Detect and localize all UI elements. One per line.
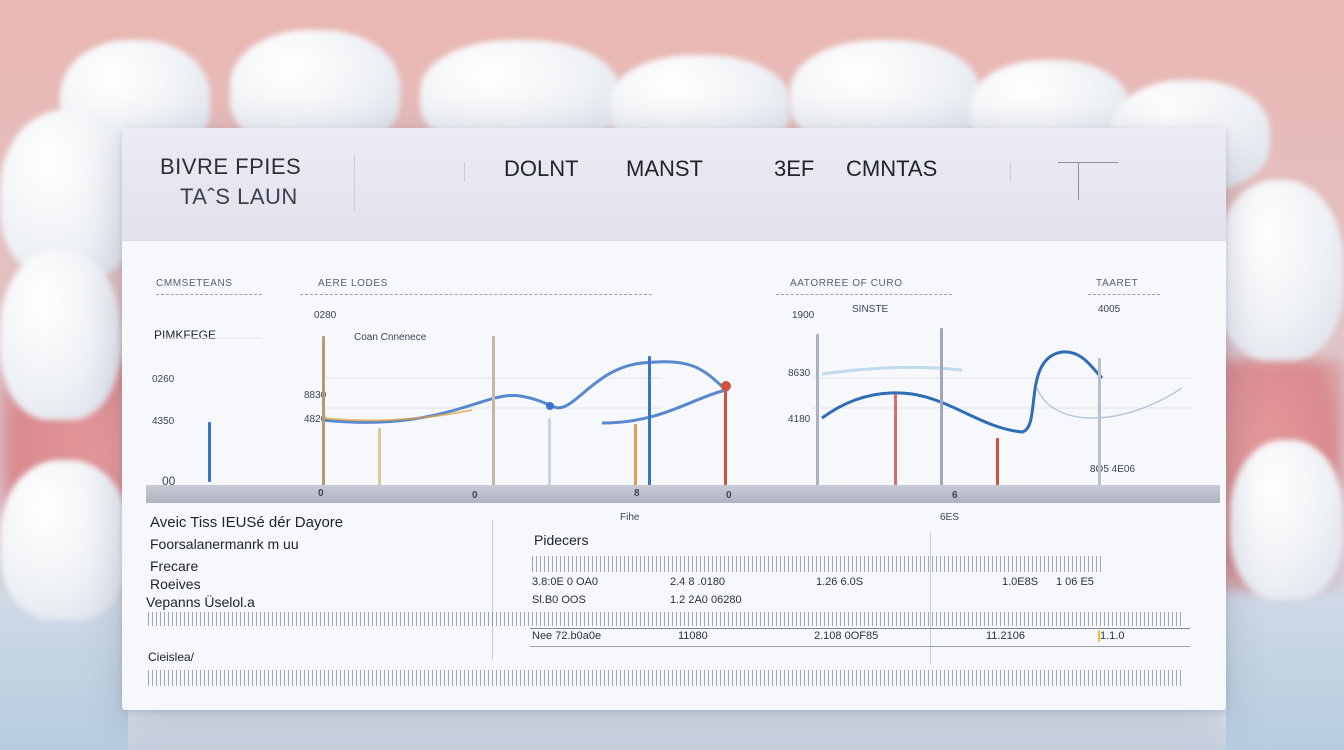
table-cell: 1 06 E5 bbox=[1056, 576, 1094, 588]
table-cell: 1.1.0 bbox=[1100, 630, 1125, 642]
vertical-bar bbox=[816, 334, 819, 486]
x-axis-bar bbox=[146, 485, 1220, 503]
highlight-marker bbox=[1098, 630, 1100, 642]
table-divider bbox=[930, 532, 931, 664]
table-row-rule bbox=[530, 646, 1190, 647]
table-row-rule bbox=[530, 628, 1190, 629]
card-stand bbox=[128, 708, 1226, 750]
table-cell: 2.108 0OF85 bbox=[814, 630, 879, 642]
table-rule bbox=[148, 612, 1182, 626]
info-line: Aveic Tiss IEUSé dér Dayore bbox=[150, 514, 344, 531]
table-heading: Pidecers bbox=[534, 532, 589, 548]
table-cell: 2.4 8 .0180 bbox=[670, 576, 726, 588]
table-cell: 1.26 6.0S bbox=[816, 576, 864, 588]
chart-graphic bbox=[162, 337, 1192, 434]
tooth-shape bbox=[1215, 180, 1344, 360]
vertical-bar bbox=[322, 336, 325, 486]
table-cell: 11.2106 bbox=[986, 630, 1025, 642]
table-rule bbox=[532, 556, 1102, 572]
vertical-bar bbox=[492, 336, 495, 486]
vertical-bar bbox=[894, 394, 897, 486]
vertical-bar bbox=[724, 390, 727, 486]
table-cell: Sl.B0 OOS bbox=[532, 594, 586, 606]
tooth-shape bbox=[0, 460, 130, 620]
axis-label: 0 bbox=[472, 490, 478, 501]
marker-blue bbox=[546, 402, 554, 410]
axis-label: 6 bbox=[952, 490, 958, 501]
info-line: Roeives bbox=[150, 576, 201, 592]
footer-label: Cieislea/ bbox=[148, 650, 195, 664]
curve-series-1 bbox=[321, 360, 730, 425]
info-line: Vepanns Üselol.a bbox=[146, 594, 255, 610]
table-cell: 3.8:0E 0 OA0 bbox=[532, 576, 599, 588]
vertical-bar bbox=[208, 422, 211, 482]
vertical-bar bbox=[940, 328, 943, 486]
table-cell: 1.2 2A0 06280 bbox=[670, 594, 742, 606]
tooth-shape bbox=[0, 250, 120, 420]
axis-label: 0 bbox=[726, 490, 732, 501]
table-cell: Nee 72.b0a0e bbox=[532, 630, 602, 642]
tooth-shape bbox=[1230, 440, 1344, 600]
curve-series-2-loop bbox=[1036, 387, 1183, 419]
vertical-bar bbox=[548, 418, 551, 486]
footer-rule bbox=[148, 670, 1182, 686]
table-cell: 1.0E8S bbox=[1002, 576, 1039, 588]
vertical-bar bbox=[1098, 358, 1101, 486]
info-line: Frecare bbox=[150, 558, 199, 574]
axis-label: 0 bbox=[318, 488, 324, 499]
curve-series-2 bbox=[821, 350, 1104, 434]
chart-caption: 6ES bbox=[940, 512, 959, 523]
table-cell: 11080 bbox=[678, 630, 708, 642]
vertical-bar bbox=[996, 438, 999, 486]
chart-caption: Fihe bbox=[620, 512, 640, 523]
info-line: Foorsalanermanrk m uu bbox=[150, 536, 299, 552]
section-divider bbox=[492, 520, 493, 660]
vertical-bar bbox=[378, 428, 381, 486]
vertical-bar bbox=[648, 356, 651, 486]
vertical-bar bbox=[634, 424, 637, 486]
report-card: BIVRE FPIES TAˆS LAUN DOLNT MANST 3EF CM… bbox=[122, 128, 1226, 710]
axis-label: 8 bbox=[634, 488, 640, 499]
